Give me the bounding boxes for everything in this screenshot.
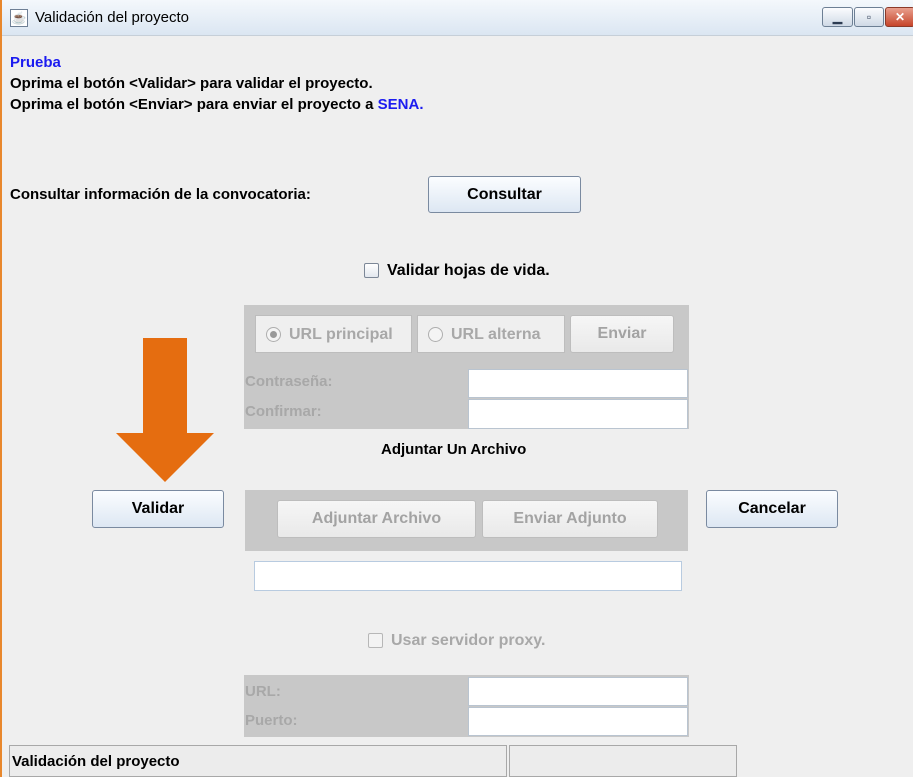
- close-icon: ✕: [894, 10, 906, 24]
- title-bar: ☕ Validación del proyecto ▁ ▫ ✕: [2, 0, 913, 36]
- status-cell-main: Validación del proyecto: [9, 745, 507, 777]
- proxy-url-label: URL:: [245, 683, 281, 700]
- intro-line-send-text: Oprima el botón <Enviar> para enviar el …: [10, 96, 378, 113]
- intro-heading: Prueba: [10, 54, 61, 71]
- send-button[interactable]: Enviar: [570, 315, 674, 353]
- proxy-url-field[interactable]: [468, 677, 688, 706]
- minimize-icon: ▁: [832, 10, 843, 24]
- send-attachment-button[interactable]: Enviar Adjunto: [482, 500, 658, 538]
- attachment-path-field[interactable]: [254, 561, 682, 591]
- status-bar: Validación del proyecto: [9, 745, 913, 777]
- validate-cv-label: Validar hojas de vida.: [387, 262, 550, 279]
- status-text: Validación del proyecto: [12, 753, 180, 770]
- url-alternate-radio[interactable]: [428, 327, 443, 342]
- confirm-label: Confirmar:: [245, 403, 322, 420]
- maximize-button[interactable]: ▫: [854, 7, 884, 27]
- window-title: Validación del proyecto: [35, 9, 189, 26]
- radio-selected-dot: [270, 331, 277, 338]
- consult-label: Consultar información de la convocatoria…: [10, 186, 311, 203]
- password-label: Contraseña:: [245, 373, 333, 390]
- validate-button[interactable]: Validar: [92, 490, 224, 528]
- annotation-arrow: [116, 338, 214, 482]
- java-icon: ☕: [10, 9, 28, 27]
- intro-line-validate: Oprima el botón <Validar> para validar e…: [10, 75, 373, 92]
- url-primary-label: URL principal: [289, 326, 393, 343]
- attach-file-button[interactable]: Adjuntar Archivo: [277, 500, 476, 538]
- arrow-down-icon: [116, 338, 214, 482]
- proxy-label: Usar servidor proxy.: [391, 632, 546, 649]
- status-cell-secondary: [509, 745, 737, 777]
- proxy-port-label: Puerto:: [245, 712, 298, 729]
- consult-button[interactable]: Consultar: [428, 176, 581, 213]
- cancel-button[interactable]: Cancelar: [706, 490, 838, 528]
- proxy-checkbox[interactable]: [368, 633, 383, 648]
- intro-target: SENA.: [377, 96, 424, 113]
- password-field[interactable]: [468, 369, 688, 398]
- validate-cv-checkbox[interactable]: [364, 263, 379, 278]
- url-alternate-option[interactable]: URL alterna: [417, 315, 565, 353]
- url-primary-radio[interactable]: [266, 327, 281, 342]
- url-alternate-label: URL alterna: [451, 326, 541, 343]
- url-primary-option[interactable]: URL principal: [255, 315, 412, 353]
- close-button[interactable]: ✕: [885, 7, 913, 27]
- attach-title: Adjuntar Un Archivo: [381, 441, 527, 458]
- validation-window: ☕ Validación del proyecto ▁ ▫ ✕ Prueba O…: [0, 0, 913, 777]
- confirm-field[interactable]: [468, 399, 688, 429]
- proxy-port-field[interactable]: [468, 707, 688, 736]
- maximize-icon: ▫: [866, 10, 872, 24]
- intro-line-send: Oprima el botón <Enviar> para enviar el …: [10, 96, 423, 113]
- minimize-button[interactable]: ▁: [822, 7, 853, 27]
